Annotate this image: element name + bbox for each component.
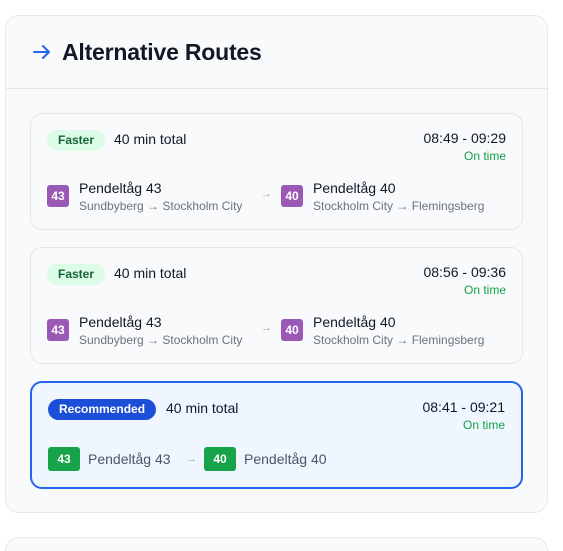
transfer-arrow-icon: →: [186, 453, 197, 465]
transfer-arrow-icon: →: [261, 322, 272, 334]
departure-arrival-times: 08:49 - 09:29: [423, 130, 506, 146]
status-text: On time: [463, 149, 506, 163]
line-badge: 40: [204, 447, 236, 471]
next-panel: [5, 537, 548, 551]
route-card[interactable]: Faster 40 min total 08:49 - 09:29 On tim…: [30, 113, 523, 230]
recommended-route-card[interactable]: Recommended 40 min total 08:41 - 09:21 O…: [30, 381, 523, 489]
leg-name: Pendeltåg 43: [79, 180, 162, 196]
line-badge: 43: [48, 447, 80, 471]
leg-name: Pendeltåg 40: [244, 451, 327, 467]
route-legs: 43 Pendeltåg 43 → 40 Pendeltåg 40: [48, 447, 505, 473]
total-duration: 40 min total: [114, 131, 187, 147]
line-badge: 40: [281, 185, 303, 207]
status-text: On time: [462, 418, 505, 432]
leg-route: Stockholm City → Flemingsberg: [313, 333, 485, 347]
route-legs: 43 Pendeltåg 43 Sundbyberg → Stockholm C…: [47, 180, 506, 214]
departure-arrival-times: 08:56 - 09:36: [423, 264, 506, 280]
arrow-right-icon: [32, 42, 52, 62]
recommended-badge: Recommended: [48, 399, 157, 420]
route-summary: Faster 40 min total 08:56 - 09:36 On tim…: [47, 264, 506, 304]
alternative-routes-panel: Alternative Routes Faster 40 min total 0…: [5, 15, 548, 513]
line-badge: 40: [281, 319, 303, 341]
faster-badge: Faster: [47, 264, 106, 285]
leg-route: Sundbyberg → Stockholm City: [79, 199, 243, 213]
route-summary: Faster 40 min total 08:49 - 09:29 On tim…: [47, 130, 506, 170]
total-duration: 40 min total: [114, 265, 187, 281]
leg-name: Pendeltåg 40: [313, 180, 396, 196]
panel-header: Alternative Routes: [6, 16, 547, 89]
status-text: On time: [463, 283, 506, 297]
leg-route: Sundbyberg → Stockholm City: [79, 333, 243, 347]
leg-name: Pendeltåg 40: [313, 314, 396, 330]
line-badge: 43: [47, 319, 69, 341]
route-summary: Recommended 40 min total 08:41 - 09:21 O…: [48, 399, 505, 439]
departure-arrival-times: 08:41 - 09:21: [422, 399, 505, 415]
route-legs: 43 Pendeltåg 43 Sundbyberg → Stockholm C…: [47, 314, 506, 348]
transfer-arrow-icon: →: [261, 188, 272, 200]
leg-name: Pendeltåg 43: [88, 451, 171, 467]
line-badge: 43: [47, 185, 69, 207]
panel-title: Alternative Routes: [62, 38, 262, 65]
total-duration: 40 min total: [166, 400, 239, 416]
faster-badge: Faster: [47, 130, 106, 151]
route-card[interactable]: Faster 40 min total 08:56 - 09:36 On tim…: [30, 247, 523, 364]
leg-route: Stockholm City → Flemingsberg: [313, 199, 485, 213]
leg-name: Pendeltåg 43: [79, 314, 162, 330]
